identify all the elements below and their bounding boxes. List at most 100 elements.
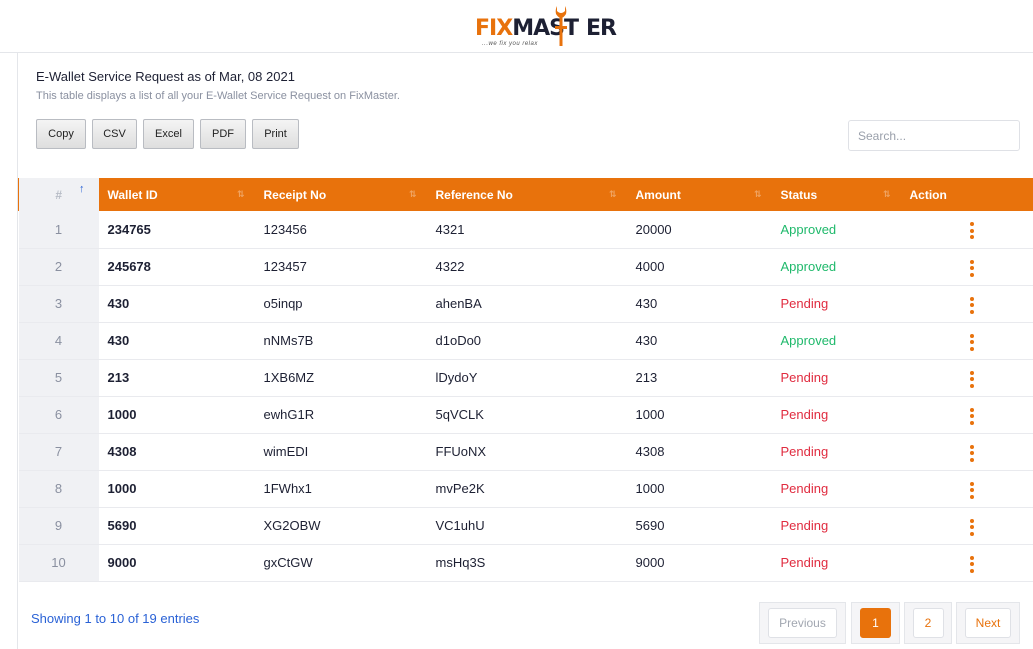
page-2-button[interactable]: 2 bbox=[912, 608, 944, 638]
action-cell bbox=[901, 396, 1033, 433]
reference-no-cell: lDydoY bbox=[435, 370, 478, 385]
header-receipt-no-label: Receipt No bbox=[263, 187, 327, 202]
table-row: 6 1000 ewhG1R 5qVCLK 1000 Pending bbox=[18, 396, 1033, 433]
amount-cell: 4308 bbox=[635, 444, 665, 459]
header-status[interactable]: Status ⇅ bbox=[772, 178, 901, 211]
pagination-previous-wrap: Previous bbox=[759, 602, 846, 644]
reference-no-cell: ahenBA bbox=[435, 296, 482, 311]
receipt-no-cell: 123456 bbox=[263, 221, 307, 237]
sort-icon: ⇅ bbox=[608, 189, 617, 199]
row-index: 6 bbox=[18, 396, 99, 433]
amount-cell: 430 bbox=[635, 296, 658, 311]
reference-no-cell: FFUoNX bbox=[435, 444, 487, 459]
more-options-icon[interactable] bbox=[969, 555, 975, 573]
wallet-id-cell: 5690 bbox=[107, 518, 137, 533]
more-options-icon[interactable] bbox=[969, 222, 975, 240]
fixmaster-logo[interactable]: FIXMAST ER ...we fix you relax bbox=[474, 6, 617, 52]
row-index: 1 bbox=[18, 211, 99, 248]
page-1-button[interactable]: 1 bbox=[860, 608, 891, 638]
top-bar: FIXMAST ER ...we fix you relax bbox=[0, 0, 1033, 53]
table-row: 7 4308 wimEDI FFUoNX 4308 Pending bbox=[18, 433, 1033, 470]
amount-cell: 430 bbox=[635, 333, 658, 348]
pagination-page2-wrap: 2 bbox=[904, 602, 952, 644]
more-options-icon[interactable] bbox=[969, 444, 975, 462]
receipt-no-cell: 1FWhx1 bbox=[263, 481, 312, 496]
action-cell bbox=[901, 470, 1033, 507]
more-options-icon[interactable] bbox=[969, 259, 975, 277]
action-cell bbox=[901, 285, 1033, 322]
status-cell: Pending bbox=[780, 444, 829, 459]
amount-cell: 5690 bbox=[635, 518, 665, 533]
table-row: 4 430 nNMs7B d1oDo0 430 Approved bbox=[18, 322, 1033, 359]
logo-tagline: ...we fix you relax bbox=[482, 41, 538, 47]
more-options-icon[interactable] bbox=[969, 333, 975, 351]
sort-icon: ⇅ bbox=[882, 189, 891, 199]
print-button[interactable]: Print bbox=[252, 119, 299, 149]
table-row: 5 213 1XB6MZ lDydoY 213 Pending bbox=[18, 359, 1033, 396]
header-wallet-id[interactable]: Wallet ID ⇅ bbox=[99, 178, 255, 211]
search-input[interactable] bbox=[848, 120, 1020, 151]
logo-text-mast: MAST bbox=[512, 16, 579, 41]
action-cell bbox=[901, 359, 1033, 396]
entries-info: Showing 1 to 10 of 19 entries bbox=[31, 611, 200, 626]
header-amount-label: Amount bbox=[635, 187, 681, 202]
wallet-id-cell: 4308 bbox=[107, 444, 137, 459]
amount-cell: 1000 bbox=[635, 407, 665, 422]
reference-no-cell: msHq3S bbox=[435, 555, 486, 570]
receipt-no-cell: wimEDI bbox=[263, 444, 309, 459]
reference-no-cell: VC1uhU bbox=[435, 518, 485, 533]
reference-no-cell: mvPe2K bbox=[435, 481, 485, 496]
action-cell bbox=[901, 544, 1033, 581]
header-reference-no[interactable]: Reference No ⇅ bbox=[427, 178, 627, 211]
table-row: 9 5690 XG2OBW VC1uhU 5690 Pending bbox=[18, 507, 1033, 544]
status-cell: Pending bbox=[780, 296, 829, 311]
next-button[interactable]: Next bbox=[965, 608, 1011, 638]
pdf-button[interactable]: PDF bbox=[200, 119, 246, 149]
receipt-no-cell: ewhG1R bbox=[263, 407, 315, 422]
table-row: 3 430 o5inqp ahenBA 430 Pending bbox=[18, 285, 1033, 322]
header-status-label: Status bbox=[780, 187, 818, 202]
more-options-icon[interactable] bbox=[969, 407, 975, 425]
amount-cell: 213 bbox=[635, 370, 658, 385]
header-receipt-no[interactable]: Receipt No ⇅ bbox=[255, 178, 427, 211]
row-index: 9 bbox=[18, 507, 99, 544]
row-index: 4 bbox=[18, 322, 99, 359]
status-cell: Approved bbox=[780, 221, 837, 237]
header-amount[interactable]: Amount ⇅ bbox=[627, 178, 772, 211]
wallet-id-cell: 430 bbox=[107, 296, 130, 311]
status-cell: Approved bbox=[780, 333, 837, 348]
receipt-no-cell: gxCtGW bbox=[263, 555, 313, 570]
header-wallet-id-label: Wallet ID bbox=[107, 187, 158, 202]
receipt-no-cell: o5inqp bbox=[263, 296, 303, 311]
more-options-icon[interactable] bbox=[969, 481, 975, 499]
wallet-id-cell: 430 bbox=[107, 333, 130, 348]
more-options-icon[interactable] bbox=[969, 370, 975, 388]
header-reference-no-label: Reference No bbox=[435, 187, 513, 202]
receipt-no-cell: nNMs7B bbox=[263, 333, 314, 348]
wrench-icon bbox=[555, 6, 567, 46]
status-cell: Approved bbox=[780, 259, 837, 274]
sort-icon: ⇅ bbox=[753, 189, 762, 199]
sort-icon: ⇅ bbox=[408, 189, 417, 199]
sort-asc-icon: ↑ bbox=[79, 183, 85, 195]
status-cell: Pending bbox=[780, 555, 829, 570]
table-row: 8 1000 1FWhx1 mvPe2K 1000 Pending bbox=[18, 470, 1033, 507]
excel-button[interactable]: Excel bbox=[143, 119, 194, 149]
header-index[interactable]: # ↑ bbox=[18, 178, 99, 211]
table-row: 2 245678 123457 4322 4000 Approved bbox=[18, 248, 1033, 285]
header-action: Action bbox=[901, 178, 1033, 211]
more-options-icon[interactable] bbox=[969, 518, 975, 536]
page-title: E-Wallet Service Request as of Mar, 08 2… bbox=[36, 69, 295, 84]
row-index: 5 bbox=[18, 359, 99, 396]
row-index: 8 bbox=[18, 470, 99, 507]
receipt-no-cell: XG2OBW bbox=[263, 518, 321, 533]
status-cell: Pending bbox=[780, 518, 829, 533]
previous-button[interactable]: Previous bbox=[768, 608, 837, 638]
status-cell: Pending bbox=[780, 407, 829, 422]
wallet-id-cell: 213 bbox=[107, 370, 130, 385]
more-options-icon[interactable] bbox=[969, 296, 975, 314]
csv-button[interactable]: CSV bbox=[92, 119, 137, 149]
pagination-page1-wrap: 1 bbox=[851, 602, 900, 644]
copy-button[interactable]: Copy bbox=[36, 119, 86, 149]
amount-cell: 20000 bbox=[635, 221, 672, 237]
